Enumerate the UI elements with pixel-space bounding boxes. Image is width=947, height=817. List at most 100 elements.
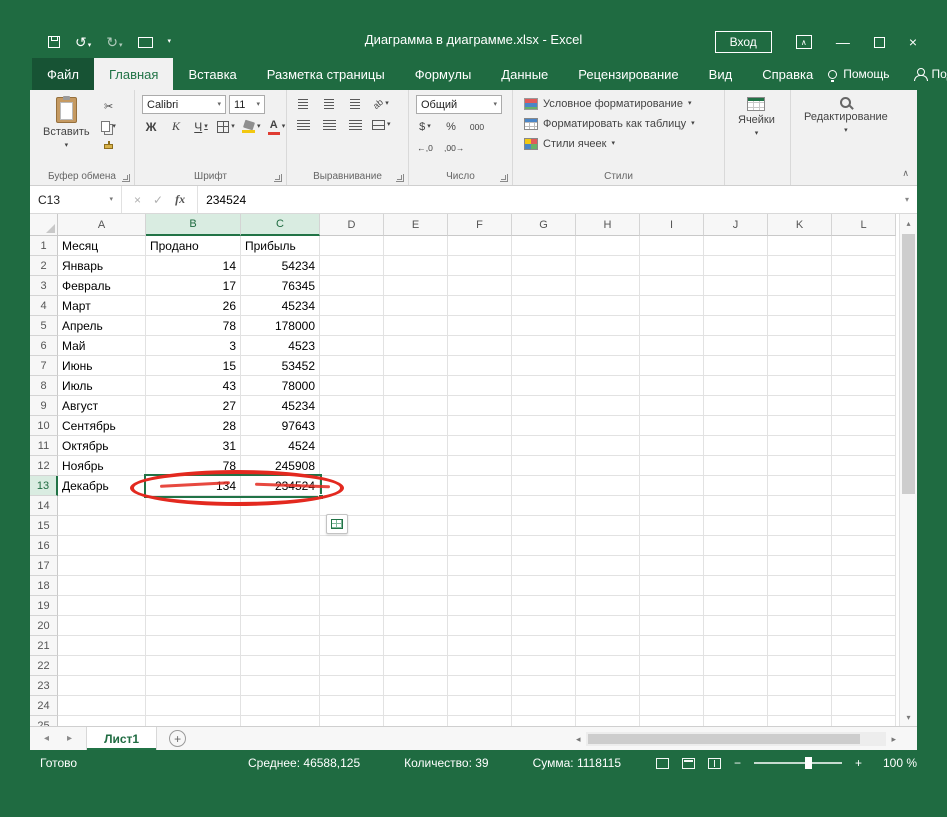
cell-L14[interactable] (832, 496, 896, 516)
number-format-combo[interactable]: Общий ▾ (416, 95, 502, 114)
cell-L12[interactable] (832, 456, 896, 476)
page-layout-view-icon[interactable] (681, 757, 695, 769)
cell-G22[interactable] (512, 656, 576, 676)
cell-C24[interactable] (241, 696, 320, 716)
cell-L24[interactable] (832, 696, 896, 716)
cell-E1[interactable] (384, 236, 448, 256)
cell-B15[interactable] (146, 516, 241, 536)
cell-I18[interactable] (640, 576, 704, 596)
comma-style-button[interactable]: 000 (468, 118, 486, 135)
cell-G3[interactable] (512, 276, 576, 296)
cell-B25[interactable] (146, 716, 241, 726)
row-header-13[interactable]: 13 (30, 476, 58, 496)
cell-J17[interactable] (704, 556, 768, 576)
cell-B7[interactable]: 15 (146, 356, 241, 376)
cell-G15[interactable] (512, 516, 576, 536)
scroll-down-icon[interactable]: ▾ (900, 708, 917, 726)
cell-K25[interactable] (768, 716, 832, 726)
cell-F5[interactable] (448, 316, 512, 336)
cell-K1[interactable] (768, 236, 832, 256)
cell-D23[interactable] (320, 676, 384, 696)
sheet-nav-right-icon[interactable]: ▸ (67, 733, 72, 744)
row-header-1[interactable]: 1 (30, 236, 58, 256)
cell-J2[interactable] (704, 256, 768, 276)
qat-customize-icon[interactable]: ▾ (168, 37, 172, 47)
cell-A1[interactable]: Месяц (58, 236, 146, 256)
cell-I22[interactable] (640, 656, 704, 676)
decrease-decimal-button[interactable]: ,00→ (444, 139, 464, 156)
cell-A18[interactable] (58, 576, 146, 596)
column-header-I[interactable]: I (640, 214, 704, 236)
cell-L15[interactable] (832, 516, 896, 536)
cell-F13[interactable] (448, 476, 512, 496)
cell-J10[interactable] (704, 416, 768, 436)
row-header-24[interactable]: 24 (30, 696, 58, 716)
cell-H2[interactable] (576, 256, 640, 276)
cell-A15[interactable] (58, 516, 146, 536)
tab-review[interactable]: Рецензирование (563, 58, 693, 90)
cell-A16[interactable] (58, 536, 146, 556)
cell-G9[interactable] (512, 396, 576, 416)
cell-E6[interactable] (384, 336, 448, 356)
cell-L23[interactable] (832, 676, 896, 696)
cell-A20[interactable] (58, 616, 146, 636)
select-all-corner[interactable] (30, 214, 58, 236)
cell-L3[interactable] (832, 276, 896, 296)
cell-C2[interactable]: 54234 (241, 256, 320, 276)
redo-button[interactable]: ↻ ▾ (106, 34, 122, 51)
cell-B23[interactable] (146, 676, 241, 696)
cell-F4[interactable] (448, 296, 512, 316)
cell-J16[interactable] (704, 536, 768, 556)
row-header-10[interactable]: 10 (30, 416, 58, 436)
cell-K4[interactable] (768, 296, 832, 316)
cell-E12[interactable] (384, 456, 448, 476)
cell-D19[interactable] (320, 596, 384, 616)
cell-F11[interactable] (448, 436, 512, 456)
cell-C8[interactable]: 78000 (241, 376, 320, 396)
row-header-2[interactable]: 2 (30, 256, 58, 276)
accounting-format-button[interactable]: $ ▾ (416, 118, 434, 135)
align-middle-button[interactable] (320, 95, 338, 112)
cell-C7[interactable]: 53452 (241, 356, 320, 376)
cell-L1[interactable] (832, 236, 896, 256)
cell-D17[interactable] (320, 556, 384, 576)
cell-F7[interactable] (448, 356, 512, 376)
borders-button[interactable]: ▾ (217, 118, 235, 135)
cell-H17[interactable] (576, 556, 640, 576)
vertical-scrollbar-thumb[interactable] (902, 234, 915, 494)
cell-L21[interactable] (832, 636, 896, 656)
vertical-scrollbar[interactable]: ▴ ▾ (899, 214, 917, 726)
align-center-button[interactable] (320, 116, 338, 133)
cell-B18[interactable] (146, 576, 241, 596)
cell-H22[interactable] (576, 656, 640, 676)
cell-E14[interactable] (384, 496, 448, 516)
cell-L4[interactable] (832, 296, 896, 316)
row-header-8[interactable]: 8 (30, 376, 58, 396)
cell-E7[interactable] (384, 356, 448, 376)
quick-analysis-button[interactable] (326, 514, 348, 534)
collapse-ribbon-icon[interactable]: ∧ (902, 168, 909, 179)
cell-F23[interactable] (448, 676, 512, 696)
cell-F12[interactable] (448, 456, 512, 476)
minimize-button[interactable]: — (836, 35, 850, 49)
tab-page-layout[interactable]: Разметка страницы (252, 58, 400, 90)
cell-B21[interactable] (146, 636, 241, 656)
cell-J9[interactable] (704, 396, 768, 416)
cell-H8[interactable] (576, 376, 640, 396)
cell-L10[interactable] (832, 416, 896, 436)
maximize-button[interactable] (873, 36, 885, 48)
save-icon[interactable] (48, 36, 60, 48)
cell-G7[interactable] (512, 356, 576, 376)
cell-A21[interactable] (58, 636, 146, 656)
cell-J22[interactable] (704, 656, 768, 676)
cell-I13[interactable] (640, 476, 704, 496)
cell-J5[interactable] (704, 316, 768, 336)
cell-L9[interactable] (832, 396, 896, 416)
tab-home[interactable]: Главная (93, 58, 174, 90)
cell-J4[interactable] (704, 296, 768, 316)
cell-A8[interactable]: Июль (58, 376, 146, 396)
cut-button[interactable]: ✂ (100, 98, 118, 115)
cell-F1[interactable] (448, 236, 512, 256)
cell-J24[interactable] (704, 696, 768, 716)
cell-C22[interactable] (241, 656, 320, 676)
